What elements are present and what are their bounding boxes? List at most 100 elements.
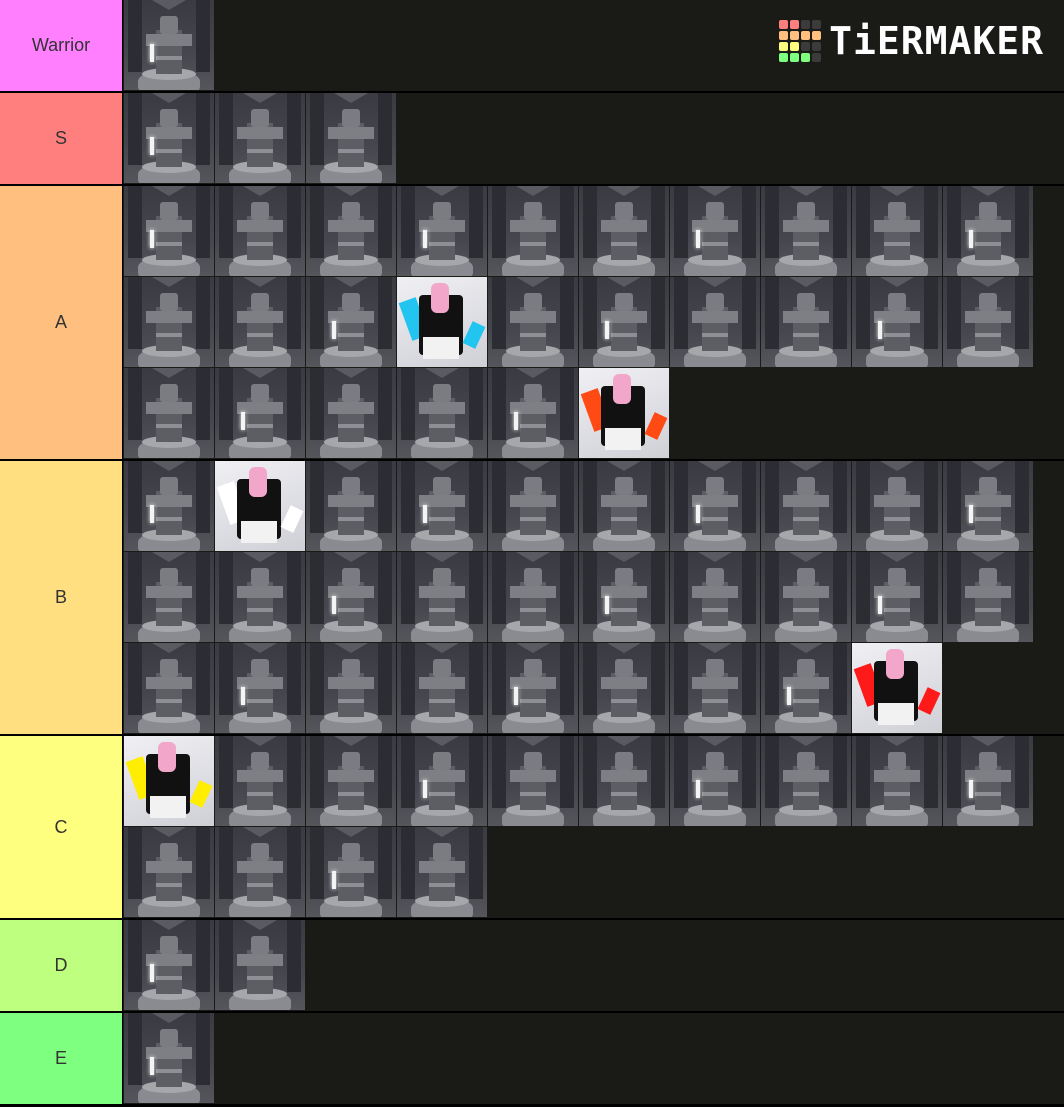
tier-item-tower[interactable]	[215, 552, 305, 642]
tier-item-tower[interactable]	[124, 277, 214, 367]
tier-item-tower[interactable]	[397, 552, 487, 642]
tile-graphic	[510, 770, 556, 782]
tier-item-tower[interactable]	[852, 552, 942, 642]
tier-item-tower[interactable]	[670, 552, 760, 642]
tier-item-tower[interactable]	[397, 368, 487, 458]
tile-graphic	[706, 659, 724, 677]
tier-item-tower[interactable]	[761, 643, 851, 733]
tier-item-tower[interactable]	[124, 827, 214, 917]
tier-item-tower[interactable]	[124, 186, 214, 276]
tier-item-tower[interactable]	[306, 461, 396, 551]
tier-item-tower[interactable]	[488, 186, 578, 276]
tile-graphic	[243, 736, 277, 746]
tier-item-tower[interactable]	[306, 552, 396, 642]
tier-item-tower[interactable]	[124, 643, 214, 733]
tier-item-tower[interactable]	[943, 186, 1033, 276]
tier-item-tower[interactable]	[215, 277, 305, 367]
tier-item-tower[interactable]	[124, 461, 214, 551]
tier-item-tower[interactable]	[124, 1013, 214, 1103]
tier-item-tower[interactable]	[488, 368, 578, 458]
tile-graphic	[787, 687, 791, 705]
tier-item-avatar[interactable]	[215, 461, 305, 551]
tier-item-tower[interactable]	[488, 461, 578, 551]
tier-label[interactable]: Warrior	[0, 0, 123, 91]
tier-item-tower[interactable]	[306, 277, 396, 367]
tier-item-tower[interactable]	[579, 552, 669, 642]
tier-label[interactable]: D	[0, 920, 123, 1011]
tier-item-tower[interactable]	[670, 461, 760, 551]
tile-graphic	[888, 568, 906, 586]
tier-item-tower[interactable]	[943, 461, 1033, 551]
tier-item-tower[interactable]	[397, 643, 487, 733]
tier-item-tower[interactable]	[761, 277, 851, 367]
tier-item-tower[interactable]	[215, 186, 305, 276]
tile-graphic	[128, 0, 142, 72]
tier-item-tower[interactable]	[761, 186, 851, 276]
tier-item-tower[interactable]	[943, 552, 1033, 642]
tier-item-tower[interactable]	[306, 827, 396, 917]
tier-item-tower[interactable]	[852, 277, 942, 367]
tile-graphic	[793, 608, 819, 612]
tile-graphic	[251, 293, 269, 311]
tier-item-tower[interactable]	[124, 368, 214, 458]
tier-item-tower[interactable]	[124, 93, 214, 183]
tier-item-tower[interactable]	[670, 277, 760, 367]
tier-item-tower[interactable]	[670, 186, 760, 276]
tier-label[interactable]: E	[0, 1013, 123, 1104]
tier-item-tower[interactable]	[943, 736, 1033, 826]
tier-item-tower[interactable]	[215, 93, 305, 183]
tile-graphic	[196, 0, 210, 72]
tier-item-tower[interactable]	[852, 186, 942, 276]
tier-item-avatar[interactable]	[579, 368, 669, 458]
tier-item-tower[interactable]	[215, 920, 305, 1010]
tier-item-tower[interactable]	[761, 461, 851, 551]
tier-item-tower[interactable]	[306, 368, 396, 458]
tier-item-tower[interactable]	[579, 461, 669, 551]
tier-item-tower[interactable]	[397, 186, 487, 276]
tier-item-tower[interactable]	[215, 827, 305, 917]
tier-label[interactable]: B	[0, 461, 123, 734]
tier-label[interactable]: S	[0, 93, 123, 184]
tier-item-tower[interactable]	[215, 643, 305, 733]
tier-item-avatar[interactable]	[124, 736, 214, 826]
tile-graphic	[152, 643, 186, 653]
tier-item-tower[interactable]	[761, 736, 851, 826]
tier-item-tower[interactable]	[579, 643, 669, 733]
tile-graphic	[152, 461, 186, 471]
tier-item-tower[interactable]	[306, 736, 396, 826]
tier-item-tower[interactable]	[306, 643, 396, 733]
tier-item-tower[interactable]	[579, 186, 669, 276]
tier-item-tower[interactable]	[124, 920, 214, 1010]
tier-item-tower[interactable]	[670, 736, 760, 826]
tier-item-tower[interactable]	[943, 277, 1033, 367]
tier-item-tower[interactable]	[579, 736, 669, 826]
tier-label[interactable]: C	[0, 736, 123, 918]
tier-item-tower[interactable]	[215, 736, 305, 826]
tier-item-tower[interactable]	[306, 93, 396, 183]
tier-item-tower[interactable]	[397, 736, 487, 826]
tier-item-tower[interactable]	[397, 461, 487, 551]
tile-graphic	[152, 186, 186, 196]
tier-item-tower[interactable]	[397, 827, 487, 917]
tier-item-tower[interactable]	[852, 736, 942, 826]
tile-graphic	[469, 552, 483, 624]
tier-item-tower[interactable]	[488, 643, 578, 733]
tier-item-tower[interactable]	[215, 368, 305, 458]
tier-item-tower[interactable]	[852, 461, 942, 551]
tier-item-tower[interactable]	[488, 552, 578, 642]
tier-item-tower[interactable]	[761, 552, 851, 642]
tile-graphic	[783, 220, 829, 232]
tier-item-tower[interactable]	[306, 186, 396, 276]
tier-item-tower[interactable]	[488, 277, 578, 367]
tier-label[interactable]: A	[0, 186, 123, 459]
tier-item-avatar[interactable]	[852, 643, 942, 733]
tier-item-tower[interactable]	[488, 736, 578, 826]
tier-item-tower[interactable]	[124, 0, 214, 90]
tile-graphic	[247, 792, 273, 796]
tile-graphic	[128, 827, 142, 899]
tier-item-tower[interactable]	[579, 277, 669, 367]
tile-graphic	[874, 220, 920, 232]
tier-item-tower[interactable]	[670, 643, 760, 733]
tier-item-avatar[interactable]	[397, 277, 487, 367]
tier-item-tower[interactable]	[124, 552, 214, 642]
